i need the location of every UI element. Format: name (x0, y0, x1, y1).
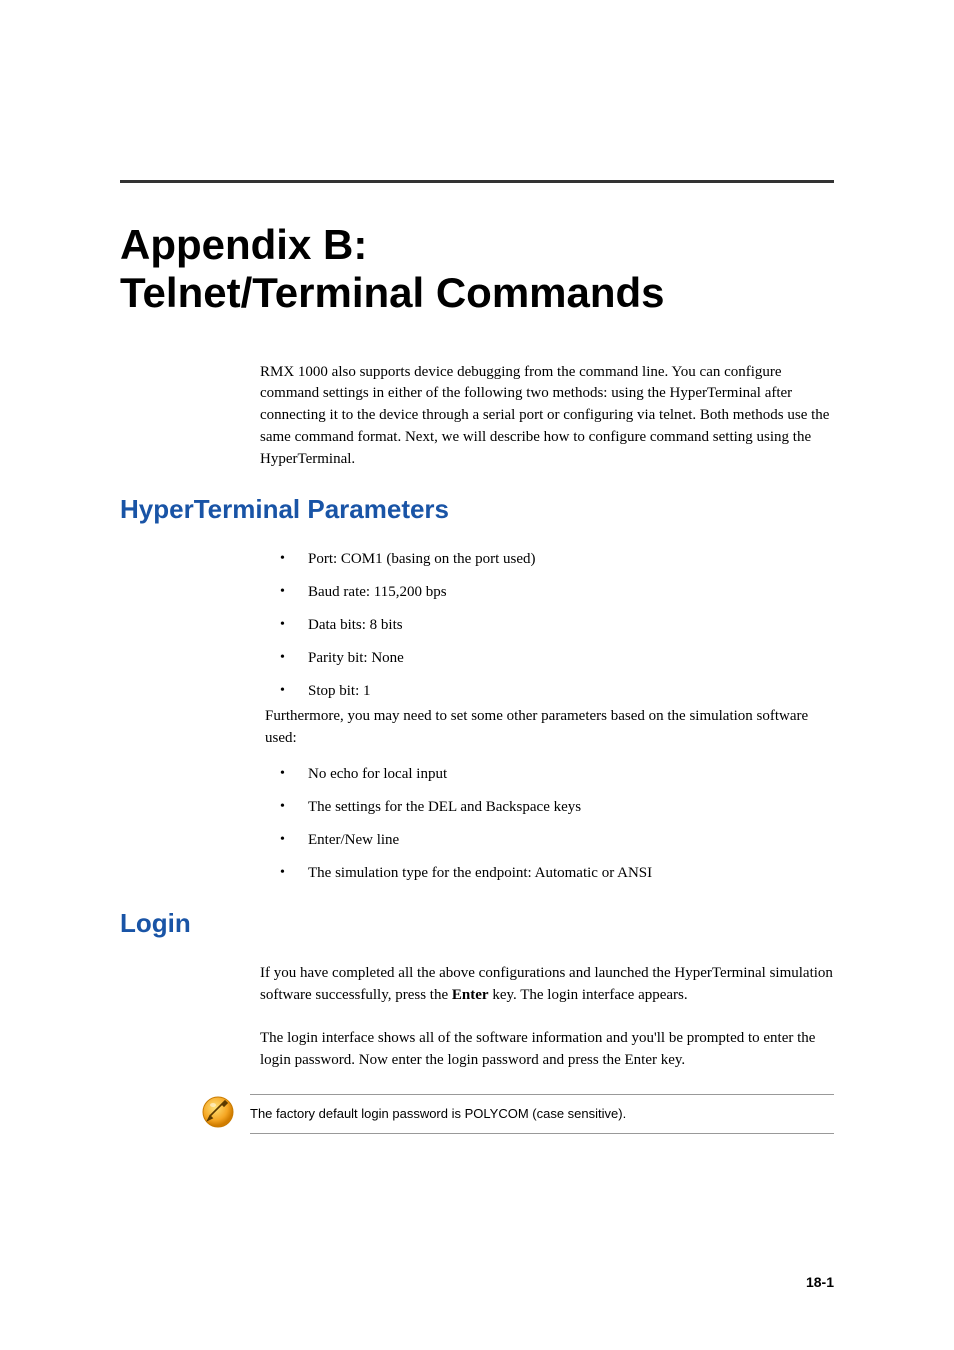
login-paragraph-2: The login interface shows all of the sof… (260, 1028, 834, 1072)
bullet-list-sim: No echo for local input The settings for… (280, 764, 834, 884)
title-line-2: Telnet/Terminal Commands (120, 269, 665, 316)
horizontal-rule (120, 180, 834, 183)
section-heading-login: Login (120, 908, 834, 939)
page-number: 18-1 (806, 1274, 834, 1290)
note-text: The factory default login password is PO… (250, 1106, 626, 1121)
bullet-list-params: Port: COM1 (basing on the port used) Bau… (280, 549, 834, 702)
title-line-1: Appendix B: (120, 221, 367, 268)
list-item: The simulation type for the endpoint: Au… (280, 863, 834, 884)
note-text-container: The factory default login password is PO… (250, 1094, 834, 1134)
list-item: Enter/New line (280, 830, 834, 851)
list-item: Data bits: 8 bits (280, 615, 834, 636)
intro-paragraph: RMX 1000 also supports device debugging … (260, 362, 834, 471)
login-para1-bold: Enter (452, 987, 489, 1003)
list-item: The settings for the DEL and Backspace k… (280, 797, 834, 818)
note-icon (200, 1094, 236, 1130)
section-heading-hyperterminal: HyperTerminal Parameters (120, 494, 834, 525)
list-item: Port: COM1 (basing on the port used) (280, 549, 834, 570)
list-item: Parity bit: None (280, 648, 834, 669)
simulation-note: Furthermore, you may need to set some ot… (265, 706, 834, 750)
login-paragraph-1: If you have completed all the above conf… (260, 963, 834, 1007)
chapter-title: Appendix B: Telnet/Terminal Commands (120, 221, 834, 318)
list-item: Stop bit: 1 (280, 681, 834, 702)
login-para1-post: key. The login interface appears. (489, 987, 688, 1003)
list-item: Baud rate: 115,200 bps (280, 582, 834, 603)
note-box: The factory default login password is PO… (200, 1094, 834, 1134)
list-item: No echo for local input (280, 764, 834, 785)
